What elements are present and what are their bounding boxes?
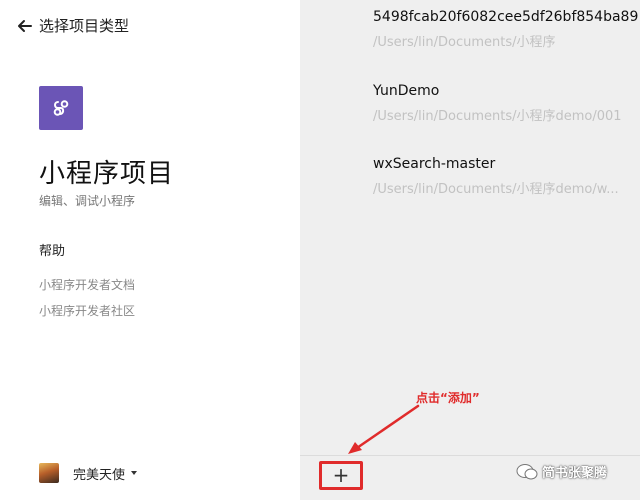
watermark: 简书张聚腾 xyxy=(516,462,607,481)
back-label: 选择项目类型 xyxy=(39,17,130,35)
project-type-title: 小程序项目 xyxy=(39,159,175,189)
arrow-left-icon xyxy=(18,19,32,32)
project-type-subtitle: 编辑、调试小程序 xyxy=(39,194,136,208)
back-button[interactable]: 选择项目类型 xyxy=(16,15,129,36)
left-panel: 选择项目类型 小程序项目 编辑、调试小程序 帮助 小程序开发者文档 小程序开发者… xyxy=(0,0,300,500)
mini-program-icon xyxy=(53,100,69,116)
annotation-arrow-icon xyxy=(348,404,420,454)
project-path: /Users/lin/Documents/小程序demo/w... xyxy=(373,182,619,197)
mini-program-logo xyxy=(39,86,83,130)
dev-docs-link[interactable]: 小程序开发者文档 xyxy=(39,276,135,293)
caret-down-icon xyxy=(131,471,138,475)
watermark-text: 简书张聚腾 xyxy=(542,466,608,481)
avatar xyxy=(39,463,59,483)
project-item[interactable]: 5498fcab20f6082cee5df26bf854ba89 /Users/… xyxy=(373,9,639,50)
add-project-button[interactable]: + xyxy=(319,461,363,490)
wechat-icon xyxy=(516,463,538,479)
plus-icon: + xyxy=(332,462,350,487)
user-name: 完美天使 xyxy=(73,467,126,483)
project-name: wxSearch-master xyxy=(373,156,496,172)
project-name: 5498fcab20f6082cee5df26bf854ba89 xyxy=(373,9,639,25)
project-name: YunDemo xyxy=(373,83,440,99)
help-heading: 帮助 xyxy=(39,244,66,259)
project-path: /Users/lin/Documents/小程序demo/001 xyxy=(373,109,622,124)
dev-community-link[interactable]: 小程序开发者社区 xyxy=(39,302,135,319)
project-path: /Users/lin/Documents/小程序 xyxy=(373,35,556,50)
user-menu[interactable]: 完美天使 xyxy=(39,463,138,483)
project-item[interactable]: YunDemo /Users/lin/Documents/小程序demo/001 xyxy=(373,83,635,124)
project-item[interactable]: wxSearch-master /Users/lin/Documents/小程序… xyxy=(373,156,635,197)
